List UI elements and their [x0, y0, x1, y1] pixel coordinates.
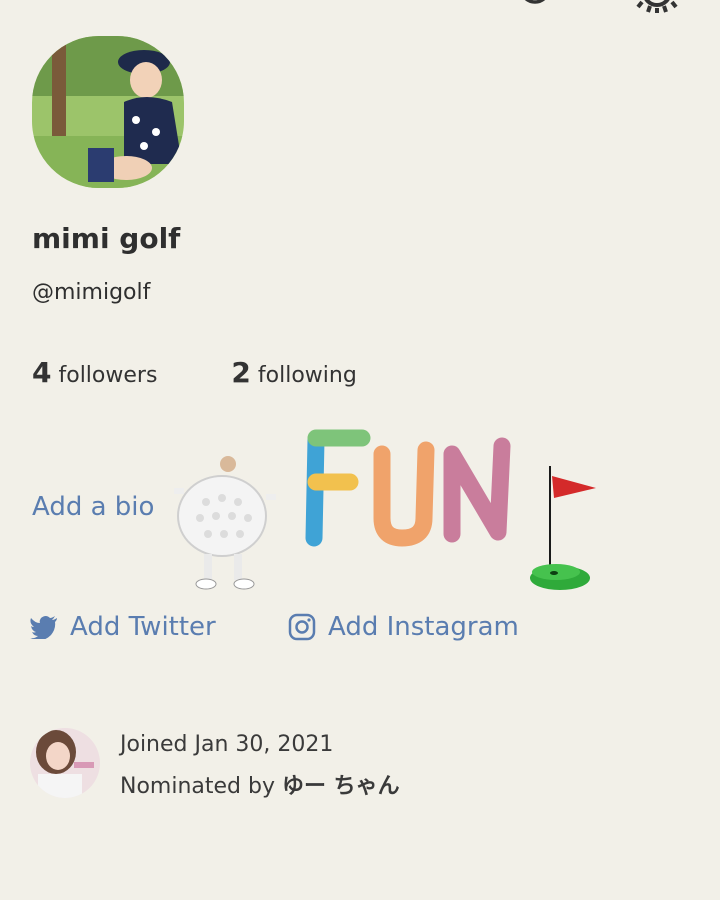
follow-stats: 4 followers 2 following	[32, 356, 357, 389]
back-icon[interactable]	[24, 0, 46, 8]
followers-link[interactable]: 4 followers	[32, 356, 164, 389]
avatar-photo	[32, 36, 184, 188]
golf-flag-sticker	[530, 466, 596, 590]
add-instagram-link[interactable]: Add Instagram	[288, 612, 519, 642]
instagram-icon	[288, 613, 316, 641]
following-label: following	[257, 363, 357, 388]
followers-count: 4	[32, 356, 52, 389]
followers-label: followers	[58, 363, 158, 388]
twitter-icon	[30, 616, 57, 639]
fun-sticker	[305, 429, 511, 547]
nominator-avatar[interactable]	[30, 728, 100, 798]
instagram-label: Add Instagram	[328, 612, 519, 642]
twitter-label: Add Twitter	[70, 612, 216, 642]
profile-name: mimi golf	[32, 222, 181, 255]
add-twitter-link[interactable]: Add Twitter	[30, 612, 216, 642]
nominator-photo	[30, 728, 100, 798]
following-count: 2	[231, 356, 251, 389]
search-icon[interactable]	[516, 0, 554, 12]
joined-date: Joined Jan 30, 2021	[120, 732, 334, 757]
gear-icon[interactable]	[636, 0, 678, 14]
nominated-prefix: Nominated by	[120, 774, 275, 799]
add-bio-link[interactable]: Add a bio	[32, 492, 154, 522]
following-link[interactable]: 2 following	[231, 356, 357, 389]
golfball-character-sticker	[174, 456, 276, 590]
nominated-by: Nominated by ゆー ちゃん	[120, 768, 400, 800]
profile-avatar[interactable]	[32, 36, 184, 188]
nominator-name-link[interactable]: ゆー ちゃん	[282, 774, 400, 799]
top-bar	[0, 0, 720, 16]
profile-username: @mimigolf	[32, 280, 151, 305]
